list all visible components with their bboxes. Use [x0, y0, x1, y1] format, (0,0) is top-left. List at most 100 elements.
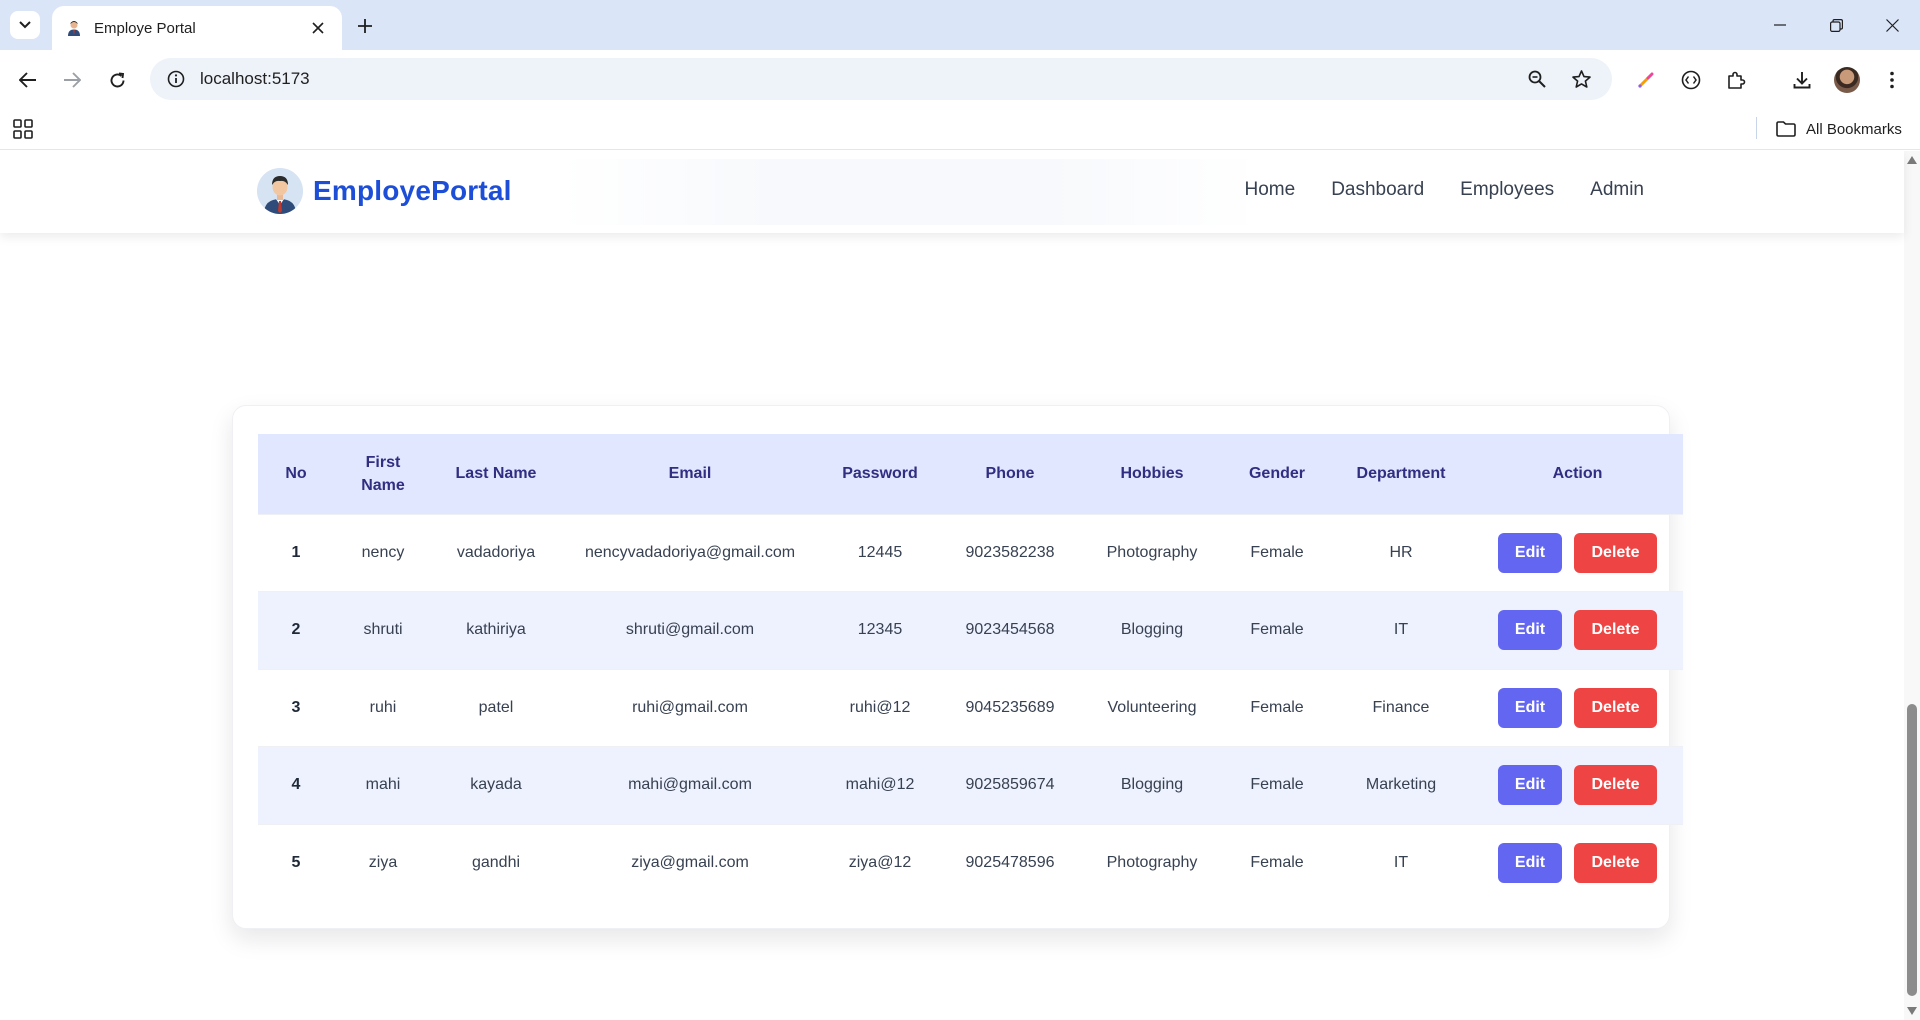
cell-last-name: kayada	[432, 746, 560, 824]
delete-button[interactable]: Delete	[1574, 843, 1657, 883]
cell-actions: Edit Delete	[1472, 668, 1683, 747]
edit-button[interactable]: Edit	[1498, 610, 1562, 651]
cell-gender: Female	[1224, 823, 1330, 902]
nav-employees[interactable]: Employees	[1460, 179, 1554, 201]
nav-home[interactable]: Home	[1245, 179, 1296, 201]
cell-no: 5	[258, 823, 334, 902]
scroll-down-arrow-icon[interactable]	[1907, 1007, 1917, 1015]
cell-department: IT	[1330, 591, 1472, 669]
edit-button[interactable]: Edit	[1498, 532, 1562, 573]
minimize-icon	[1774, 24, 1786, 26]
edit-button[interactable]: Edit	[1498, 765, 1562, 806]
cell-phone: 9023582238	[940, 513, 1080, 592]
employee-favicon-icon	[66, 20, 82, 36]
reload-button[interactable]	[102, 65, 132, 95]
header-action: Action	[1472, 434, 1683, 514]
arrow-left-icon	[19, 72, 36, 88]
dev-extension-icon[interactable]	[1676, 65, 1706, 95]
cell-phone: 9023454568	[940, 591, 1080, 669]
more-menu-icon[interactable]	[1877, 65, 1907, 95]
cell-email: ruhi@gmail.com	[560, 668, 820, 747]
reload-icon	[110, 72, 124, 87]
brand[interactable]: EmployePortal	[257, 168, 512, 214]
table-row: 3 ruhi patel ruhi@gmail.com ruhi@12 9045…	[258, 668, 1683, 747]
table-row: 4 mahi kayada mahi@gmail.com mahi@12 902…	[258, 746, 1683, 824]
cell-first-name: shruti	[334, 591, 432, 669]
header-department: Department	[1330, 434, 1472, 514]
color-picker-extension-icon[interactable]	[1631, 65, 1661, 95]
main-nav: Home Dashboard Employees Admin	[1245, 179, 1645, 201]
edit-button[interactable]: Edit	[1498, 687, 1562, 728]
back-button[interactable]	[13, 65, 43, 95]
header-email: Email	[560, 434, 820, 514]
cell-email: nencyvadadoriya@gmail.com	[560, 513, 820, 592]
header-hobbies: Hobbies	[1080, 434, 1224, 514]
bookmark-star-icon[interactable]	[1566, 64, 1596, 94]
cell-last-name: vadadoriya	[432, 513, 560, 592]
window-controls	[1752, 0, 1920, 50]
table-row: 5 ziya gandhi ziya@gmail.com ziya@12 902…	[258, 823, 1683, 902]
plus-icon	[358, 19, 372, 33]
cell-phone: 9045235689	[940, 668, 1080, 747]
scroll-up-arrow-icon[interactable]	[1907, 156, 1917, 164]
employee-table: No First Name Last Name Email Password P…	[258, 434, 1683, 902]
delete-button[interactable]: Delete	[1574, 687, 1657, 728]
cell-last-name: kathiriya	[432, 591, 560, 669]
cell-last-name: gandhi	[432, 823, 560, 902]
close-window-button[interactable]	[1864, 0, 1920, 50]
minimize-button[interactable]	[1752, 0, 1808, 50]
page-scrollbar[interactable]	[1904, 151, 1920, 1020]
delete-button[interactable]: Delete	[1574, 532, 1657, 573]
cell-gender: Female	[1224, 513, 1330, 592]
address-bar[interactable]: localhost:5173	[150, 58, 1612, 100]
chevron-down-icon	[19, 21, 31, 29]
scrollbar-thumb[interactable]	[1907, 704, 1917, 996]
forward-button[interactable]	[57, 65, 87, 95]
cell-phone: 9025478596	[940, 823, 1080, 902]
extensions-puzzle-icon[interactable]	[1721, 65, 1751, 95]
all-bookmarks-button[interactable]: All Bookmarks	[1776, 116, 1902, 142]
cell-password: 12445	[820, 513, 940, 592]
tab-search-button[interactable]	[10, 11, 40, 39]
cell-no: 4	[258, 746, 334, 824]
brand-name: EmployePortal	[313, 175, 512, 206]
cell-first-name: nency	[334, 513, 432, 592]
close-tab-icon[interactable]	[308, 18, 328, 38]
all-bookmarks-label: All Bookmarks	[1806, 120, 1902, 138]
url-text[interactable]: localhost:5173	[200, 69, 1508, 89]
new-tab-button[interactable]	[352, 13, 378, 39]
profile-avatar[interactable]	[1832, 65, 1862, 95]
cell-hobbies: Volunteering	[1080, 668, 1224, 747]
cell-actions: Edit Delete	[1472, 823, 1683, 902]
tab-strip: Employe Portal	[0, 0, 1920, 50]
cell-first-name: ruhi	[334, 668, 432, 747]
employee-logo-icon	[257, 168, 303, 214]
cell-password: 12345	[820, 591, 940, 669]
cell-first-name: mahi	[334, 746, 432, 824]
delete-button[interactable]: Delete	[1574, 610, 1657, 651]
zoom-icon[interactable]	[1522, 64, 1552, 94]
cell-email: shruti@gmail.com	[560, 591, 820, 669]
cell-email: ziya@gmail.com	[560, 823, 820, 902]
arrow-right-icon	[64, 72, 81, 88]
nav-admin[interactable]: Admin	[1590, 179, 1644, 201]
site-header: EmployePortal Home Dashboard Employees A…	[0, 151, 1904, 233]
browser-tab[interactable]: Employe Portal	[52, 6, 342, 50]
header-last-name: Last Name	[432, 434, 560, 514]
edit-button[interactable]: Edit	[1498, 843, 1562, 883]
header-phone: Phone	[940, 434, 1080, 514]
cell-actions: Edit Delete	[1472, 513, 1683, 592]
tab-title: Employe Portal	[94, 19, 196, 37]
restore-button[interactable]	[1808, 0, 1864, 50]
nav-dashboard[interactable]: Dashboard	[1331, 179, 1424, 201]
header-no: No	[258, 434, 334, 514]
bookmarks-separator	[1756, 117, 1757, 139]
apps-grid-icon[interactable]	[12, 118, 34, 140]
cell-department: HR	[1330, 513, 1472, 592]
delete-button[interactable]: Delete	[1574, 765, 1657, 806]
cell-gender: Female	[1224, 668, 1330, 747]
site-info-icon[interactable]	[166, 69, 186, 89]
header-gender: Gender	[1224, 434, 1330, 514]
cell-no: 2	[258, 591, 334, 669]
download-icon[interactable]	[1787, 65, 1817, 95]
